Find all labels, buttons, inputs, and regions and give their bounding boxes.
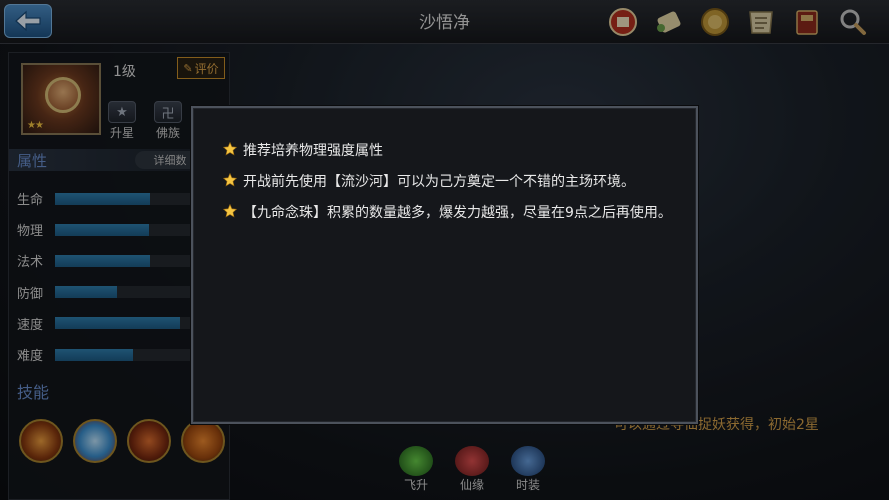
- tips-list: 推荐培养物理强度属性 开战前先使用【流沙河】可以为己方奠定一个不错的主场环境。 …: [223, 140, 673, 233]
- star-bullet-icon: [223, 142, 243, 156]
- tip-text: 推荐培养物理强度属性: [243, 143, 383, 159]
- star-bullet-icon: [223, 173, 243, 187]
- tip-item: 开战前先使用【流沙河】可以为己方奠定一个不错的主场环境。: [223, 171, 673, 193]
- tip-item: 【九命念珠】积累的数量越多，爆发力越强，尽量在9点之后再使用。: [223, 202, 673, 224]
- tip-item: 推荐培养物理强度属性: [223, 140, 673, 162]
- star-bullet-icon: [223, 204, 243, 218]
- tips-dialog: 推荐培养物理强度属性 开战前先使用【流沙河】可以为己方奠定一个不错的主场环境。 …: [191, 106, 698, 424]
- tip-text: 开战前先使用【流沙河】可以为己方奠定一个不错的主场环境。: [243, 174, 635, 190]
- tip-text: 【九命念珠】积累的数量越多，爆发力越强，尽量在9点之后再使用。: [243, 205, 672, 221]
